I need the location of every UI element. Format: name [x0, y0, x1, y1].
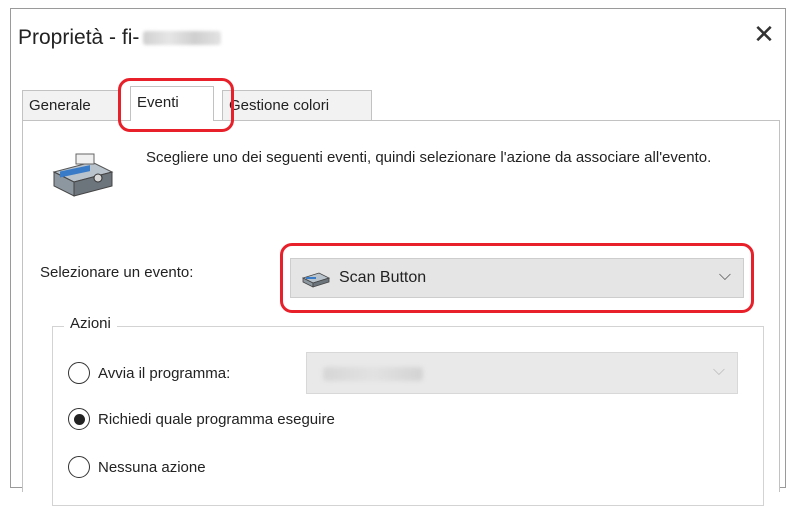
tab-color-management[interactable]: Gestione colori — [222, 90, 372, 120]
actions-group-title: Azioni — [64, 315, 117, 332]
radio-start-program[interactable]: Avvia il programma: — [68, 362, 230, 384]
close-icon: ✕ — [753, 18, 775, 49]
chevron-down-icon: ⌵ — [712, 362, 725, 379]
tab-general[interactable]: Generale — [22, 90, 120, 120]
radio-ask-program[interactable]: Richiedi quale programma eseguire — [68, 408, 335, 430]
scanner-small-icon — [301, 272, 331, 288]
tab-label-general: Generale — [29, 97, 91, 114]
radio-button-icon[interactable] — [68, 456, 90, 478]
radio-no-action[interactable]: Nessuna azione — [68, 456, 206, 478]
chevron-down-icon: ⌵ — [718, 267, 731, 284]
window-title: Proprietà - fi- — [18, 26, 222, 50]
close-button[interactable]: ✕ — [748, 18, 780, 50]
redacted-program-name — [323, 367, 423, 381]
radio-start-program-label: Avvia il programma: — [98, 364, 231, 382]
radio-button-icon[interactable] — [68, 362, 90, 384]
scanner-icon — [52, 153, 114, 197]
tab-events[interactable]: Eventi — [130, 86, 214, 121]
redacted-model-name — [143, 31, 222, 46]
event-select[interactable]: Scan Button ⌵ — [290, 258, 744, 298]
radio-button-selected-icon[interactable] — [68, 408, 90, 430]
tab-label-color-management: Gestione colori — [229, 97, 330, 114]
window-title-text: Proprietà - fi- — [18, 26, 140, 49]
radio-no-action-label: Nessuna azione — [98, 458, 206, 476]
events-description: Scegliere uno dei seguenti eventi, quind… — [146, 149, 712, 166]
radio-ask-program-label: Richiedi quale programma eseguire — [98, 410, 335, 428]
tab-label-events: Eventi — [137, 94, 179, 111]
select-event-label: Selezionare un evento: — [40, 264, 194, 281]
program-select: ⌵ — [306, 352, 738, 394]
event-select-value: Scan Button — [339, 269, 427, 286]
